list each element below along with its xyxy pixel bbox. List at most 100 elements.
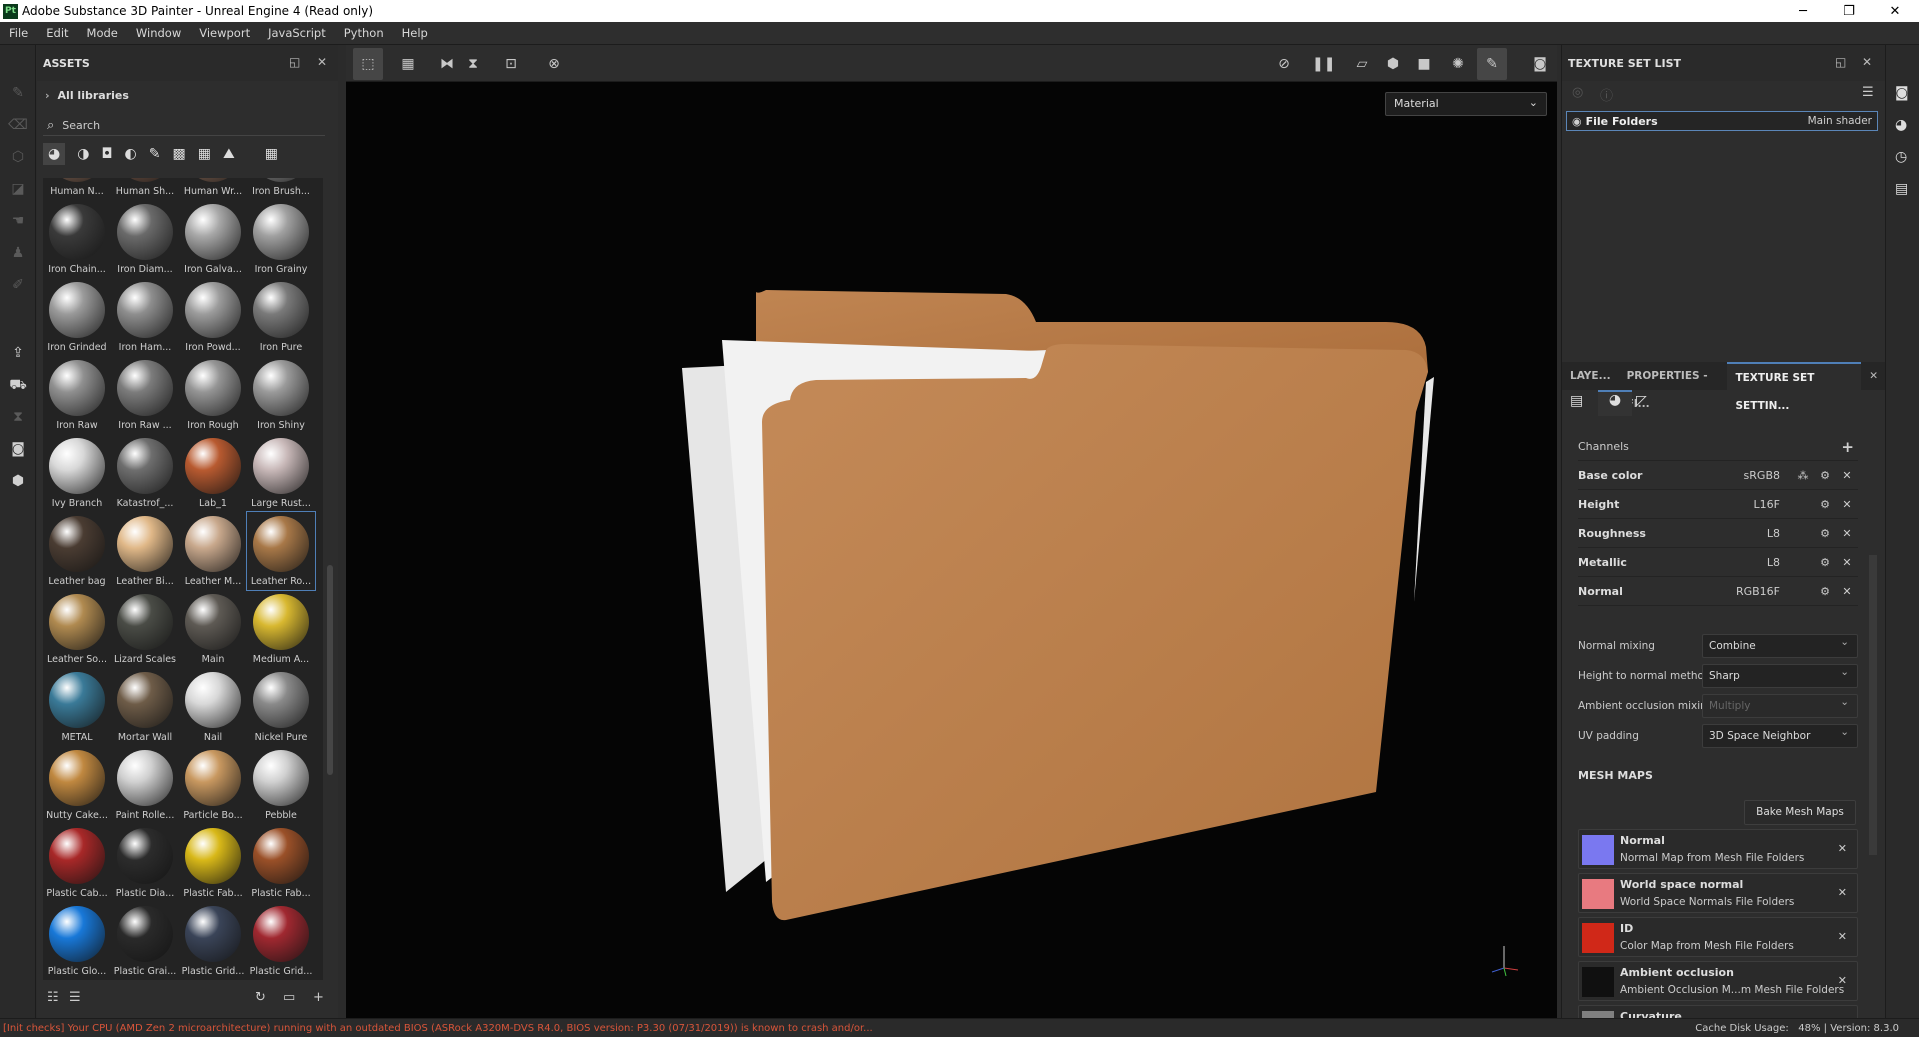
setting-dropdown[interactable]: Sharp (1702, 664, 1858, 688)
paint-mode-icon[interactable]: ✎ (1477, 48, 1507, 80)
mesh-map-item[interactable]: Curvature✕ (1578, 1005, 1858, 1018)
asset-item[interactable]: Iron Diam... (111, 200, 179, 278)
clone-stamp-icon[interactable]: ♟ (8, 245, 28, 265)
mesh-map-item[interactable]: Ambient occlusion Ambient Occlusion M...m… (1578, 961, 1858, 1001)
asset-item[interactable]: Plastic Dia... (111, 824, 179, 902)
channel-format[interactable]: RGB16F (1720, 585, 1780, 598)
mesh-map-item[interactable]: Normal Normal Map from Mesh File Folders ✕ (1578, 829, 1858, 869)
asset-item[interactable]: Nickel Pure (247, 668, 315, 746)
asset-item[interactable]: Human Sh... (111, 178, 179, 200)
remove-channel-icon[interactable]: ✕ (1836, 527, 1858, 540)
list-options-icon[interactable]: ☰ (1862, 85, 1874, 100)
environments-filter-icon[interactable]: ⛰ (223, 146, 235, 162)
remove-mesh-map-icon[interactable]: ✕ (1838, 886, 1847, 899)
channel-format[interactable]: L8 (1720, 527, 1780, 540)
add-icon[interactable]: + (313, 990, 324, 1005)
setting-dropdown[interactable]: Multiply (1702, 694, 1858, 718)
frame-icon[interactable]: ⊡ (500, 53, 522, 75)
asset-item[interactable]: Plastic Grid... (179, 902, 247, 980)
close-window-button[interactable]: ✕ (1872, 0, 1918, 22)
setting-dropdown[interactable]: Combine (1702, 634, 1858, 658)
material-icon[interactable]: ◕ (1598, 390, 1632, 416)
remove-channel-icon[interactable]: ✕ (1836, 498, 1858, 511)
generators-filter-icon[interactable]: ◐ (125, 146, 137, 162)
details-view-icon[interactable]: ☰ (69, 990, 81, 1005)
selection-icon[interactable]: ⬚ (353, 48, 383, 80)
asset-item[interactable]: Iron Galva... (179, 200, 247, 278)
history-icon[interactable]: ◷ (1895, 149, 1907, 165)
screenshot-icon[interactable]: ◙ (1529, 53, 1551, 75)
channel-row[interactable]: Base color sRGB8 ⁂ ⚙ ✕ (1578, 462, 1858, 490)
remove-mesh-map-icon[interactable]: ✕ (1838, 930, 1847, 943)
display-settings-icon[interactable]: ◙ (1895, 85, 1909, 101)
projection-icon[interactable]: ⬡ (8, 149, 28, 169)
asset-item[interactable]: Iron Grinded (43, 278, 111, 356)
close-panel-icon[interactable]: ✕ (317, 55, 327, 69)
box-icon[interactable]: ⬢ (8, 473, 28, 493)
viewport[interactable]: ⬚ ▦ ⧓ ⧗ ⊡ ⊗ ⊘ ❚❚ ▱ ⬢ ■ ✺ ✎ ◙ Material ⌄ (346, 45, 1557, 1018)
channel-row[interactable]: Roughness L8 ⚙ ✕ (1578, 520, 1858, 548)
channel-settings-icon[interactable]: ⚙ (1814, 585, 1836, 598)
paint-brush-icon[interactable]: ✎ (8, 85, 28, 105)
asset-item[interactable]: Plastic Grai... (111, 902, 179, 980)
mesh-map-item[interactable]: World space normal World Space Normals Fi… (1578, 873, 1858, 913)
bake-icon[interactable]: ⛟ (8, 377, 28, 397)
remove-mesh-map-icon[interactable]: ✕ (1838, 842, 1847, 855)
new-page-icon[interactable]: ▭ (283, 990, 295, 1005)
asset-item[interactable]: Human Wr... (179, 178, 247, 200)
undock-icon[interactable]: ◱ (289, 55, 300, 69)
asset-item[interactable]: Leather bag (43, 512, 111, 590)
asset-item[interactable]: Leather So... (43, 590, 111, 668)
menu-edit[interactable]: Edit (37, 26, 77, 40)
hide-icon[interactable]: ⊘ (1273, 53, 1295, 75)
grid-view-icon[interactable]: ▦ (265, 146, 278, 162)
symmetry-x-icon[interactable]: ⧓ (436, 53, 458, 75)
channel-row[interactable]: Normal RGB16F ⚙ ✕ (1578, 578, 1858, 606)
asset-item[interactable]: Iron Chain... (43, 200, 111, 278)
channel-row[interactable]: Metallic L8 ⚙ ✕ (1578, 549, 1858, 577)
assets-scrollbar[interactable] (327, 565, 333, 775)
remove-channel-icon[interactable]: ✕ (1836, 585, 1858, 598)
color-picker-icon[interactable]: ✐ (8, 277, 28, 297)
asset-item[interactable]: Leather M... (179, 512, 247, 590)
materials-filter-icon[interactable]: ◕ (43, 143, 66, 165)
asset-item[interactable]: Pebble (247, 746, 315, 824)
asset-item[interactable]: Iron Ham... (111, 278, 179, 356)
status-message[interactable]: [Init checks] Your CPU (AMD Zen 2 microa… (3, 1023, 1695, 1034)
mesh-map-item[interactable]: ID Color Map from Mesh File Folders ✕ (1578, 917, 1858, 957)
menu-help[interactable]: Help (393, 26, 437, 40)
remove-channel-icon[interactable]: ✕ (1836, 469, 1858, 482)
settings-icon[interactable]: ▤ (1570, 393, 1583, 409)
tiling-icon[interactable]: ▦ (397, 53, 419, 75)
tab-properties[interactable]: PROPERTIES - FI... (1619, 362, 1728, 410)
menu-mode[interactable]: Mode (78, 26, 127, 40)
asset-item[interactable]: Human N... (43, 178, 111, 200)
undock-icon[interactable]: ◱ (1835, 55, 1846, 69)
asset-item[interactable]: Iron Powd... (179, 278, 247, 356)
asset-item[interactable]: METAL (43, 668, 111, 746)
asset-item[interactable]: Nutty Cake... (43, 746, 111, 824)
smart-materials-filter-icon[interactable]: ◑ (77, 146, 89, 162)
channel-settings-icon[interactable]: ⚙ (1814, 527, 1836, 540)
close-tab-icon[interactable]: ✕ (1861, 362, 1886, 390)
asset-item[interactable]: Medium A... (247, 590, 315, 668)
reset-view-icon[interactable]: ⊗ (543, 53, 565, 75)
breadcrumb[interactable]: › All libraries (45, 89, 129, 102)
asset-item[interactable]: Iron Brush... (247, 178, 315, 200)
masks-filter-icon[interactable]: ◘ (101, 146, 112, 162)
brushes-filter-icon[interactable]: ✎ (149, 146, 161, 162)
symmetry-y-icon[interactable]: ⧗ (462, 53, 484, 75)
asset-item[interactable]: Plastic Glo... (43, 902, 111, 980)
menu-python[interactable]: Python (335, 26, 393, 40)
camera-icon[interactable]: ■ (1413, 53, 1435, 75)
channel-format[interactable]: sRGB8 (1720, 469, 1780, 482)
remove-channel-icon[interactable]: ✕ (1836, 556, 1858, 569)
asset-item[interactable]: Main (179, 590, 247, 668)
menu-javascript[interactable]: JavaScript (259, 26, 335, 40)
channel-format[interactable]: L8 (1720, 556, 1780, 569)
eye-icon[interactable]: ◉ (1572, 115, 1582, 128)
asset-item[interactable]: Lab_1 (179, 434, 247, 512)
asset-item[interactable]: Leather Bi... (111, 512, 179, 590)
asset-item[interactable]: Nail (179, 668, 247, 746)
bake-mesh-maps-button[interactable]: Bake Mesh Maps (1744, 800, 1856, 825)
